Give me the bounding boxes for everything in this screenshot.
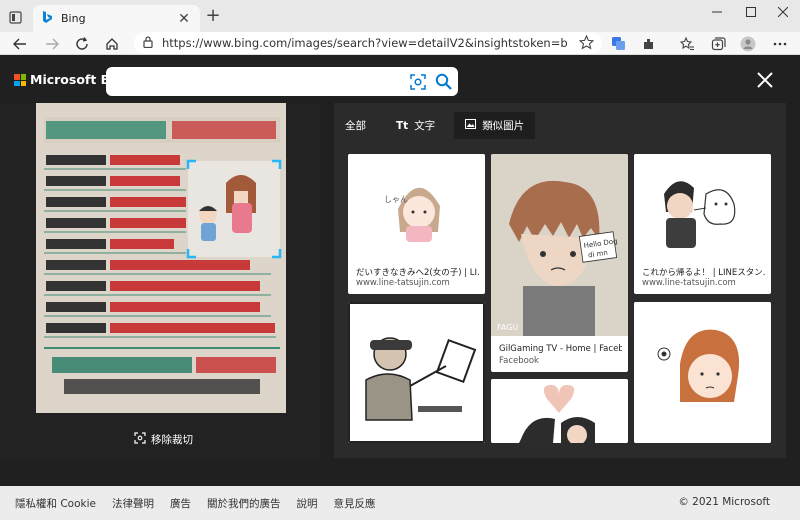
result-card[interactable]: Hello Dog di mn FAGU GilGaming TV - Home… xyxy=(491,154,628,372)
address-bar[interactable]: https://www.bing.com/images/search?view=… xyxy=(134,32,602,54)
tab-all[interactable]: 全部 xyxy=(334,112,377,139)
tab-title: Bing xyxy=(61,12,86,25)
search-box[interactable] xyxy=(106,67,458,96)
result-thumbnail[interactable] xyxy=(634,154,771,262)
tab-close-icon[interactable]: ✕ xyxy=(176,11,192,27)
result-source[interactable]: Facebook xyxy=(499,356,539,366)
svg-text:FAGU: FAGU xyxy=(497,323,518,332)
bing-favicon-icon xyxy=(41,10,53,27)
remove-crop-label: 移除裁切 xyxy=(151,434,193,446)
browser-tab-bing[interactable]: Bing ✕ xyxy=(33,5,200,32)
crop-icon xyxy=(134,432,151,447)
result-thumbnail[interactable] xyxy=(634,302,771,443)
result-title[interactable]: これから帰るよ！ | LINEスタン... xyxy=(642,266,765,278)
tab-all-label: 全部 xyxy=(345,120,366,132)
tab-text[interactable]: Tt 文字 xyxy=(385,112,446,139)
result-source[interactable]: www.line-tatsujin.com xyxy=(356,278,450,288)
result-title[interactable]: だいすきなきみへ2(女の子) | LI... xyxy=(356,266,479,278)
image-icon xyxy=(465,119,477,132)
footer-link-feedback[interactable]: 意見反應 xyxy=(333,496,375,511)
profile-avatar-icon[interactable] xyxy=(736,32,760,55)
search-icon[interactable] xyxy=(435,73,453,91)
results-tabs: 全部 Tt 文字 類似圖片 xyxy=(334,112,543,139)
result-thumbnail[interactable] xyxy=(491,379,628,443)
new-tab-button[interactable]: + xyxy=(204,7,222,25)
result-card[interactable]: これから帰るよ！ | LINEスタン... www.line-tatsujin.… xyxy=(634,154,771,294)
bing-header: Microsoft Bing xyxy=(0,55,800,103)
home-icon[interactable] xyxy=(100,32,124,55)
result-card[interactable] xyxy=(348,302,485,443)
dark-footer-band xyxy=(0,458,800,486)
copyright: © 2021 Microsoft xyxy=(678,496,770,508)
window-close-icon[interactable] xyxy=(763,0,800,24)
remove-crop-button[interactable]: 移除裁切 xyxy=(134,432,193,447)
result-thumbnail[interactable] xyxy=(348,302,485,443)
svg-text:しゃん: しゃん xyxy=(384,195,408,204)
source-image xyxy=(36,103,286,413)
lock-icon[interactable] xyxy=(143,35,153,51)
result-card[interactable] xyxy=(634,302,771,443)
result-card[interactable]: しゃん だいすきなきみへ2(女の子) | LI... www.line-tats… xyxy=(348,154,485,294)
url-text[interactable]: https://www.bing.com/images/search?view=… xyxy=(162,36,567,50)
tab-similar-images[interactable]: 類似圖片 xyxy=(454,112,536,139)
extension-icon[interactable] xyxy=(636,32,660,55)
forward-icon[interactable] xyxy=(40,32,64,55)
footer-link-help[interactable]: 說明 xyxy=(296,496,317,511)
tab-text-label: 文字 xyxy=(414,120,436,132)
footer-link-legal[interactable]: 法律聲明 xyxy=(112,496,154,511)
result-thumbnail[interactable]: Hello Dog di mn FAGU xyxy=(491,154,628,336)
result-card[interactable] xyxy=(491,379,628,443)
close-icon[interactable] xyxy=(754,69,776,91)
favorite-star-icon[interactable] xyxy=(578,34,595,53)
text-icon: Tt xyxy=(396,119,409,132)
results-panel: 全部 Tt 文字 類似圖片 しゃん だいすきなきみへ2(女の子) | LI... xyxy=(334,103,786,458)
footer-link-ads[interactable]: 廣告 xyxy=(170,496,191,511)
tab-similar-images-label: 類似圖片 xyxy=(482,120,525,132)
translate-icon[interactable] xyxy=(606,32,630,55)
microsoft-logo-icon xyxy=(14,74,26,86)
similar-images-grid: しゃん だいすきなきみへ2(女の子) | LI... www.line-tats… xyxy=(348,154,772,443)
tab-actions-icon[interactable] xyxy=(4,6,26,28)
result-title[interactable]: GilGaming TV - Home | Facebo... xyxy=(499,344,622,354)
footer-link-about-ads[interactable]: 關於我們的廣告 xyxy=(207,496,281,511)
result-thumbnail[interactable]: しゃん xyxy=(348,154,485,262)
search-input[interactable] xyxy=(114,71,404,92)
refresh-icon[interactable] xyxy=(70,32,94,55)
footer-links: 隱私權和 Cookie 法律聲明 廣告 關於我們的廣告 說明 意見反應 xyxy=(15,496,391,511)
result-source[interactable]: www.line-tatsujin.com xyxy=(642,278,736,288)
source-image-panel: 移除裁切 xyxy=(0,103,320,458)
visual-search-icon[interactable] xyxy=(410,74,426,90)
browser-toolbar: https://www.bing.com/images/search?view=… xyxy=(0,32,800,55)
back-icon[interactable] xyxy=(8,32,32,55)
browser-tabstrip: Bing ✕ + xyxy=(0,0,800,32)
page-footer: 隱私權和 Cookie 法律聲明 廣告 關於我們的廣告 說明 意見反應 © 20… xyxy=(0,486,800,520)
favorites-icon[interactable] xyxy=(675,32,699,55)
settings-more-icon[interactable] xyxy=(768,32,792,55)
collections-icon[interactable] xyxy=(706,32,730,55)
footer-link-privacy[interactable]: 隱私權和 Cookie xyxy=(15,496,96,511)
